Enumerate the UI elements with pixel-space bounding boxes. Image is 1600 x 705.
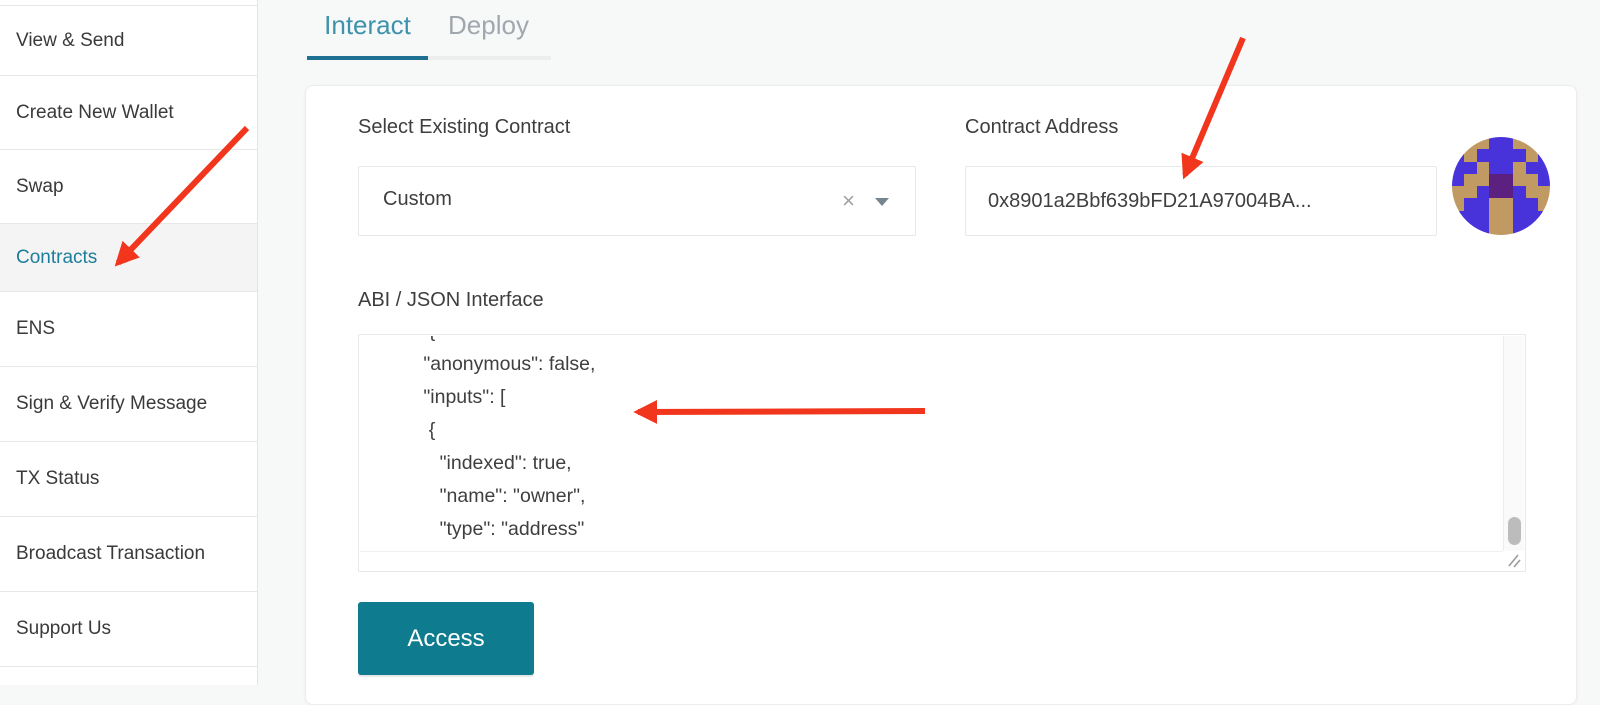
identicon-cell (1489, 198, 1501, 210)
sidebar-item-list: View & SendCreate New WalletSwapContract… (0, 6, 257, 667)
identicon-cell (1501, 223, 1513, 235)
identicon-cell (1526, 186, 1538, 198)
address-identicon-avatar (1452, 137, 1550, 235)
identicon-cell (1538, 198, 1550, 210)
identicon-cell (1501, 211, 1513, 223)
sidebar-nav: View & SendCreate New WalletSwapContract… (0, 0, 258, 685)
identicon-cell (1513, 137, 1525, 149)
identicon-cell (1452, 211, 1464, 223)
identicon-cell (1464, 198, 1476, 210)
identicon-cell (1501, 186, 1513, 198)
existing-contract-dropdown[interactable]: Custom × (358, 166, 916, 236)
identicon-cell (1538, 211, 1550, 223)
sidebar-item-sign-verify-message[interactable]: Sign & Verify Message (0, 367, 257, 442)
identicon-cell (1489, 162, 1501, 174)
identicon-cell (1477, 198, 1489, 210)
identicon-cell (1464, 174, 1476, 186)
identicon-cell (1464, 211, 1476, 223)
identicon-cell (1464, 137, 1476, 149)
contract-address-label: Contract Address (965, 116, 1118, 139)
identicon-cell (1513, 186, 1525, 198)
identicon-cell (1501, 198, 1513, 210)
identicon-cell (1501, 137, 1513, 149)
identicon-cell (1452, 162, 1464, 174)
identicon-cell (1538, 137, 1550, 149)
abi-json-interface-label: ABI / JSON Interface (358, 289, 544, 312)
sidebar-item-ens[interactable]: ENS (0, 292, 257, 367)
identicon-cell (1489, 137, 1501, 149)
identicon-cell (1452, 223, 1464, 235)
identicon-cell (1489, 186, 1501, 198)
identicon-cell (1452, 149, 1464, 161)
sidebar-item-contracts[interactable]: Contracts (0, 224, 257, 292)
identicon-cell (1513, 211, 1525, 223)
identicon-cell (1513, 174, 1525, 186)
identicon-cell (1526, 198, 1538, 210)
identicon-cell (1489, 149, 1501, 161)
identicon-cell (1477, 137, 1489, 149)
contract-address-input[interactable] (965, 166, 1437, 236)
identicon-cell (1526, 137, 1538, 149)
identicon-cell (1526, 174, 1538, 186)
abi-scrollbar-thumb[interactable] (1508, 517, 1521, 545)
identicon-cell (1526, 211, 1538, 223)
chevron-down-icon[interactable] (875, 198, 889, 206)
sidebar-item-view-send[interactable]: View & Send (0, 6, 257, 76)
identicon-cell (1538, 174, 1550, 186)
identicon-cell (1526, 223, 1538, 235)
abi-json-content: { "anonymous": false, "inputs": [ { "ind… (360, 336, 1503, 551)
identicon-cell (1526, 149, 1538, 161)
identicon-cell (1464, 223, 1476, 235)
identicon-cell (1452, 174, 1464, 186)
identicon-cell (1538, 186, 1550, 198)
abi-textarea[interactable]: { "anonymous": false, "inputs": [ { "ind… (358, 334, 1526, 572)
identicon-cell (1464, 186, 1476, 198)
sidebar-item-create-new-wallet[interactable]: Create New Wallet (0, 76, 257, 150)
identicon-cell (1477, 174, 1489, 186)
identicon-cell (1489, 211, 1501, 223)
sidebar-item-tx-status[interactable]: TX Status (0, 442, 257, 517)
sidebar-item-support-us[interactable]: Support Us (0, 592, 257, 667)
contract-interact-card: Select Existing Contract Custom × Contra… (305, 85, 1577, 705)
identicon-cell (1489, 174, 1501, 186)
identicon-cell (1513, 223, 1525, 235)
sidebar-item-swap[interactable]: Swap (0, 150, 257, 224)
identicon-cell (1452, 137, 1464, 149)
tab-interact[interactable]: Interact (307, 10, 428, 41)
identicon-cell (1513, 198, 1525, 210)
tab-deploy[interactable]: Deploy (428, 10, 549, 41)
abi-scrollbar-track[interactable] (1503, 336, 1524, 551)
identicon-cell (1538, 162, 1550, 174)
tab-active-underline (307, 56, 428, 60)
identicon-cell (1477, 149, 1489, 161)
identicon-cell (1477, 223, 1489, 235)
identicon-cell (1501, 174, 1513, 186)
abi-bottom-strip (360, 551, 1503, 570)
sidebar-item-broadcast-transaction[interactable]: Broadcast Transaction (0, 517, 257, 592)
clear-selection-icon[interactable]: × (842, 187, 855, 215)
identicon-cell (1501, 149, 1513, 161)
identicon-cell (1513, 149, 1525, 161)
identicon-cell (1477, 162, 1489, 174)
identicon-cell (1526, 162, 1538, 174)
identicon-cell (1538, 223, 1550, 235)
select-existing-contract-label: Select Existing Contract (358, 116, 570, 139)
identicon-cell (1501, 162, 1513, 174)
identicon-cell (1477, 211, 1489, 223)
identicon-cell (1452, 198, 1464, 210)
identicon-cell (1538, 149, 1550, 161)
abi-resize-grip-icon[interactable] (1503, 551, 1524, 570)
tab-inactive-underline (428, 56, 551, 60)
abi-text-clip: { "anonymous": false, "inputs": [ { "ind… (360, 336, 1503, 551)
identicon-cell (1464, 149, 1476, 161)
identicon-cell (1513, 162, 1525, 174)
access-button[interactable]: Access (358, 602, 534, 675)
dropdown-selected-value: Custom (383, 188, 452, 211)
identicon-cell (1464, 162, 1476, 174)
identicon-cell (1452, 186, 1464, 198)
identicon-cell (1489, 223, 1501, 235)
identicon-cell (1477, 186, 1489, 198)
